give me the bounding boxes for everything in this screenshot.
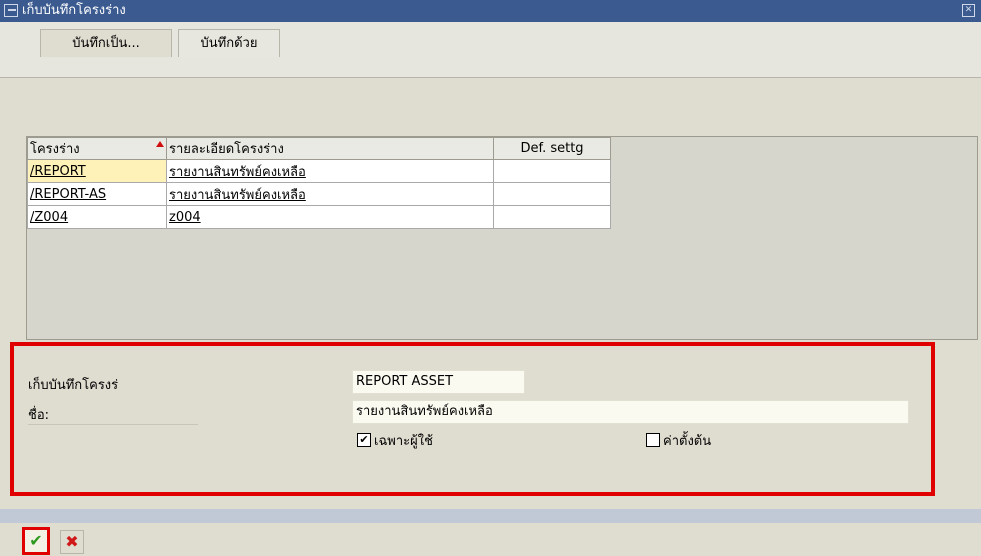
title-bar: เก็บบันทึกโครงร่าง ✕ — [0, 0, 981, 22]
user-specific-checkbox[interactable]: ✔ — [357, 433, 371, 447]
label-underline — [28, 424, 198, 425]
description-link[interactable]: รายงานสินทรัพย์คงเหลือ — [169, 165, 306, 180]
tab-divider — [0, 77, 981, 78]
col-header-layout[interactable]: โครงร่าง — [27, 137, 167, 160]
close-icon[interactable]: ✕ — [962, 4, 975, 17]
layout-link[interactable]: /Z004 — [30, 210, 68, 225]
default-setting-checkbox[interactable] — [646, 433, 660, 447]
description-link[interactable]: รายงานสินทรัพย์คงเหลือ — [169, 188, 306, 203]
save-layout-label: เก็บบันทึกโครงร่ — [28, 378, 119, 393]
default-setting-label: ค่าตั้งต้น — [663, 434, 712, 449]
default-cell[interactable] — [493, 182, 611, 206]
description-cell[interactable]: z004 — [166, 205, 494, 229]
table-row[interactable]: /REPORT-AS รายงานสินทรัพย์คงเหลือ — [27, 182, 611, 206]
description-input[interactable]: รายงานสินทรัพย์คงเหลือ — [352, 400, 909, 424]
confirm-check-icon[interactable]: ✔ — [22, 527, 50, 555]
description-link[interactable]: z004 — [169, 210, 201, 225]
description-cell[interactable]: รายงานสินทรัพย์คงเหลือ — [166, 159, 494, 183]
layout-cell[interactable]: /REPORT — [27, 159, 167, 183]
window-icon — [4, 4, 18, 17]
cancel-x-icon[interactable]: ✖ — [60, 530, 84, 554]
col-header-default[interactable]: Def. settg — [493, 137, 611, 160]
grid-header-row: โครงร่าง รายละเอียดโครงร่าง Def. settg — [27, 137, 611, 160]
tab-save-with[interactable]: บันทึกด้วย — [178, 29, 280, 57]
table-row[interactable]: /Z004 z004 — [27, 205, 611, 229]
layout-link[interactable]: /REPORT — [30, 164, 86, 179]
separator-bar — [0, 509, 981, 523]
default-cell[interactable] — [493, 159, 611, 183]
layout-link[interactable]: /REPORT-AS — [30, 187, 106, 202]
user-specific-label: เฉพาะผู้ใช้ — [374, 434, 433, 449]
name-label: ชื่อ: — [28, 408, 50, 423]
button-bar — [0, 523, 981, 556]
default-cell[interactable] — [493, 205, 611, 229]
tab-save-as[interactable]: บันทึกเป็น... — [40, 29, 172, 57]
window-title: เก็บบันทึกโครงร่าง — [22, 3, 126, 18]
layout-grid: โครงร่าง รายละเอียดโครงร่าง Def. settg /… — [26, 136, 978, 340]
sort-indicator-icon — [156, 141, 164, 147]
layout-cell[interactable]: /Z004 — [27, 205, 167, 229]
col-header-description[interactable]: รายละเอียดโครงร่าง — [166, 137, 494, 160]
description-cell[interactable]: รายงานสินทรัพย์คงเหลือ — [166, 182, 494, 206]
layout-cell[interactable]: /REPORT-AS — [27, 182, 167, 206]
table-row[interactable]: /REPORT รายงานสินทรัพย์คงเหลือ — [27, 159, 611, 183]
layout-name-input[interactable]: REPORT ASSET — [352, 370, 525, 394]
